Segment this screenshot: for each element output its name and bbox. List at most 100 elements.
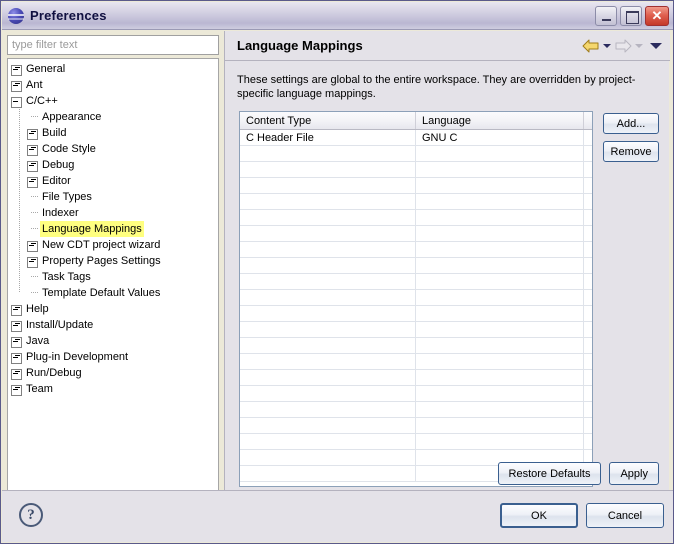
table-empty-row[interactable] bbox=[240, 290, 592, 306]
expand-toggle-icon[interactable] bbox=[24, 157, 40, 173]
table-empty-row[interactable] bbox=[240, 418, 592, 434]
help-icon[interactable]: ? bbox=[19, 503, 43, 527]
table-empty-row[interactable] bbox=[240, 194, 592, 210]
table-cell bbox=[584, 178, 592, 193]
tree-item-property-pages-settings[interactable]: Property Pages Settings bbox=[8, 253, 218, 269]
expand-toggle-icon[interactable] bbox=[8, 77, 24, 93]
table-cell bbox=[240, 210, 416, 225]
tree-item-file-types[interactable]: File Types bbox=[8, 189, 218, 205]
table-empty-row[interactable] bbox=[240, 226, 592, 242]
table-cell bbox=[584, 370, 592, 385]
tree-item-code-style[interactable]: Code Style bbox=[8, 141, 218, 157]
table-header-row: Content Type Language bbox=[240, 112, 592, 130]
expand-toggle-icon[interactable] bbox=[8, 317, 24, 333]
expand-toggle-icon[interactable] bbox=[8, 301, 24, 317]
table-cell bbox=[416, 162, 584, 177]
table-cell bbox=[240, 290, 416, 305]
tree-item-label: Plug-in Development bbox=[26, 351, 129, 363]
title-bar[interactable]: Preferences ✕ bbox=[2, 2, 673, 30]
expand-toggle-icon[interactable] bbox=[8, 333, 24, 349]
column-header-content-type[interactable]: Content Type bbox=[240, 112, 416, 129]
table-cell bbox=[584, 146, 592, 161]
table-empty-row[interactable] bbox=[240, 210, 592, 226]
language-mappings-table[interactable]: Content Type Language C Header File GNU C bbox=[239, 111, 593, 487]
tree-item-plug-in-development[interactable]: Plug-in Development bbox=[8, 349, 218, 365]
remove-button[interactable]: Remove bbox=[603, 141, 659, 162]
restore-defaults-button[interactable]: Restore Defaults bbox=[497, 462, 602, 485]
tree-item-label: Property Pages Settings bbox=[42, 255, 161, 267]
table-empty-row[interactable] bbox=[240, 386, 592, 402]
tree-item-appearance[interactable]: Appearance bbox=[8, 109, 218, 125]
table-empty-row[interactable] bbox=[240, 162, 592, 178]
table-empty-row[interactable] bbox=[240, 242, 592, 258]
tree-item-new-cdt-project-wizard[interactable]: New CDT project wizard bbox=[8, 237, 218, 253]
table-cell bbox=[416, 434, 584, 449]
table-empty-row[interactable] bbox=[240, 322, 592, 338]
minimize-button[interactable] bbox=[595, 6, 617, 26]
expand-toggle-icon[interactable] bbox=[8, 365, 24, 381]
tree-item-language-mappings[interactable]: Language Mappings bbox=[8, 221, 218, 237]
expand-toggle-icon[interactable] bbox=[24, 125, 40, 141]
maximize-button[interactable] bbox=[620, 6, 642, 26]
tree-item-build[interactable]: Build bbox=[8, 125, 218, 141]
page-menu-chevron-down-icon[interactable] bbox=[650, 43, 662, 49]
table-empty-row[interactable] bbox=[240, 402, 592, 418]
expand-toggle-icon[interactable] bbox=[8, 61, 24, 77]
table-empty-row[interactable] bbox=[240, 274, 592, 290]
table-cell bbox=[240, 258, 416, 273]
tree-item-label: Appearance bbox=[42, 111, 102, 123]
table-cell bbox=[240, 322, 416, 337]
tree-item-label: Debug bbox=[42, 159, 75, 171]
tree-item-run-debug[interactable]: Run/Debug bbox=[8, 365, 218, 381]
arrow-left-icon[interactable] bbox=[582, 39, 600, 53]
tree-item-template-default-values[interactable]: Template Default Values bbox=[8, 285, 218, 301]
table-empty-row[interactable] bbox=[240, 178, 592, 194]
collapse-toggle-icon[interactable] bbox=[8, 93, 24, 109]
expand-toggle-icon[interactable] bbox=[24, 237, 40, 253]
table-cell bbox=[416, 354, 584, 369]
table-cell: GNU C bbox=[416, 130, 584, 145]
table-empty-row[interactable] bbox=[240, 338, 592, 354]
expand-toggle-icon[interactable] bbox=[24, 173, 40, 189]
table-empty-row[interactable] bbox=[240, 146, 592, 162]
tree-item-task-tags[interactable]: Task Tags bbox=[8, 269, 218, 285]
table-empty-row[interactable] bbox=[240, 306, 592, 322]
table-empty-row[interactable] bbox=[240, 258, 592, 274]
tree-item-install-update[interactable]: Install/Update bbox=[8, 317, 218, 333]
tree-item-ant[interactable]: Ant bbox=[8, 77, 218, 93]
table-cell bbox=[416, 306, 584, 321]
add-button[interactable]: Add... bbox=[603, 113, 659, 134]
column-header-spacer[interactable] bbox=[584, 112, 592, 129]
apply-button[interactable]: Apply bbox=[609, 462, 659, 485]
table-cell bbox=[584, 290, 592, 305]
window-controls: ✕ bbox=[595, 6, 669, 26]
expand-toggle-icon[interactable] bbox=[24, 141, 40, 157]
ok-button[interactable]: OK bbox=[500, 503, 578, 528]
expand-toggle-icon[interactable] bbox=[24, 253, 40, 269]
table-empty-row[interactable] bbox=[240, 354, 592, 370]
tree-item-java[interactable]: Java bbox=[8, 333, 218, 349]
table-cell bbox=[416, 226, 584, 241]
expand-toggle-icon[interactable] bbox=[8, 349, 24, 365]
tree-item-team[interactable]: Team bbox=[8, 381, 218, 397]
table-row[interactable]: C Header File GNU C bbox=[240, 130, 592, 146]
table-cell bbox=[416, 210, 584, 225]
tree-item-help[interactable]: Help bbox=[8, 301, 218, 317]
cancel-button[interactable]: Cancel bbox=[586, 503, 664, 528]
table-empty-row[interactable] bbox=[240, 434, 592, 450]
preferences-tree[interactable]: General Ant C/C++ Appearance Build Code Style… bbox=[7, 58, 219, 491]
tree-item-general[interactable]: General bbox=[8, 61, 218, 77]
filter-input[interactable] bbox=[7, 35, 219, 55]
table-cell bbox=[416, 418, 584, 433]
tree-leaf-icon bbox=[24, 285, 40, 301]
close-button[interactable]: ✕ bbox=[645, 6, 669, 26]
tree-item-debug[interactable]: Debug bbox=[8, 157, 218, 173]
tree-item-indexer[interactable]: Indexer bbox=[8, 205, 218, 221]
table-empty-row[interactable] bbox=[240, 370, 592, 386]
back-history-chevron-down-icon[interactable] bbox=[603, 44, 611, 48]
table-cell bbox=[584, 402, 592, 417]
column-header-language[interactable]: Language bbox=[416, 112, 584, 129]
tree-item-c-c[interactable]: C/C++ bbox=[8, 93, 218, 109]
expand-toggle-icon[interactable] bbox=[8, 381, 24, 397]
tree-item-editor[interactable]: Editor bbox=[8, 173, 218, 189]
